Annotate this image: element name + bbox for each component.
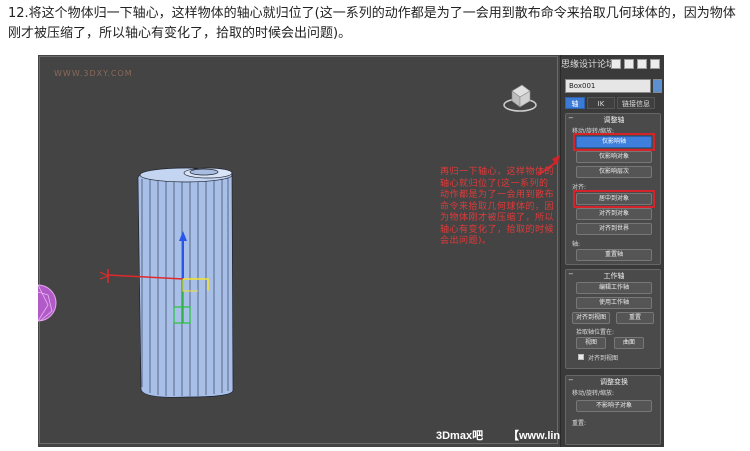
reset-working-pivot-button[interactable]: 重置 xyxy=(616,312,654,324)
align-to-view-checkbox[interactable] xyxy=(578,354,584,360)
viewport-scene xyxy=(38,84,560,398)
object-name-field[interactable]: Box001 xyxy=(565,79,651,93)
edit-working-pivot-button[interactable]: 编辑工作轴 xyxy=(576,282,652,294)
intro-text: 12.将这个物体归一下轴心，这样物体的轴心就归位了(这一系列的动作都是为了一会用… xyxy=(8,6,736,41)
affect-object-only-button[interactable]: 仅影响对象 xyxy=(576,151,652,163)
hierarchy-tab-icon[interactable] xyxy=(637,59,647,69)
create-tab-icon[interactable] xyxy=(611,59,621,69)
cylinder-object xyxy=(137,167,234,398)
tab-link-info[interactable]: 链接信息 xyxy=(617,97,655,109)
screenshot-frame: WWW.3DXY.COM 再归一下轴心，这样物体的轴心就归位了(这一系列的动作都… xyxy=(38,55,664,447)
highlight-center-to-object xyxy=(573,190,655,208)
rollout-adjust-transform: − 调整变换 移动/旋转/缩放: 不影响子对象 重置: xyxy=(565,375,661,445)
annotation-text: 再归一下轴心，这样物体的轴心就归位了(这一系列的动作都是为了一会用到散布命令来拾… xyxy=(440,167,555,246)
rollout-working-pivot-title[interactable]: 工作轴 xyxy=(566,271,662,281)
perspective-viewport[interactable]: WWW.3DXY.COM 再归一下轴心，这样物体的轴心就归位了(这一系列的动作都… xyxy=(38,55,664,447)
transform-move-label: 移动/旋转/缩放: xyxy=(572,390,615,397)
reset-pivot-button[interactable]: 重置轴 xyxy=(576,249,652,261)
command-panel: 思缘设计论坛 Box001 轴 IK 链接信息 − 调整轴 移动/旋转/缩放: … xyxy=(560,55,664,447)
footer-logo: 3Dmax吧 xyxy=(436,430,484,442)
reset-label: 重置: xyxy=(572,420,587,427)
align-to-world-button[interactable]: 对齐到世界 xyxy=(576,223,652,235)
motion-tab-icon[interactable] xyxy=(650,59,660,69)
view-button[interactable]: 视图 xyxy=(576,337,606,349)
panel-tab-icons xyxy=(611,59,660,69)
highlight-affect-pivot xyxy=(573,133,655,151)
tab-ik[interactable]: IK xyxy=(587,97,615,109)
rollout-adjust-pivot-title[interactable]: 调整轴 xyxy=(566,115,662,125)
use-working-pivot-button[interactable]: 使用工作轴 xyxy=(576,297,652,309)
align-to-view-button[interactable]: 对齐到视图 xyxy=(572,312,610,324)
geosphere-object xyxy=(38,284,57,322)
object-color-swatch[interactable] xyxy=(653,79,662,93)
panel-watermark: 思缘设计论坛 xyxy=(561,60,616,70)
rollout-adjust-transform-title[interactable]: 调整变换 xyxy=(566,377,662,387)
pivot-label: 轴: xyxy=(572,241,581,248)
modify-tab-icon[interactable] xyxy=(624,59,634,69)
surface-button[interactable]: 曲面 xyxy=(614,337,644,349)
dont-affect-children-button[interactable]: 不影响子对象 xyxy=(576,400,652,412)
affect-hierarchy-only-button[interactable]: 仅影响层次 xyxy=(576,166,652,178)
tab-pivot[interactable]: 轴 xyxy=(565,97,585,109)
align-to-object-button[interactable]: 对齐到对象 xyxy=(576,208,652,220)
align-to-view-check-label: 对齐到视图 xyxy=(588,355,619,362)
hierarchy-tabs: 轴 IK 链接信息 xyxy=(565,97,655,109)
rollout-working-pivot: − 工作轴 编辑工作轴 使用工作轴 对齐到视图 重置 拾取轴位置在: 视图 曲面… xyxy=(565,269,661,369)
viewcube xyxy=(503,84,537,112)
place-pivot-label: 拾取轴位置在: xyxy=(576,329,615,336)
